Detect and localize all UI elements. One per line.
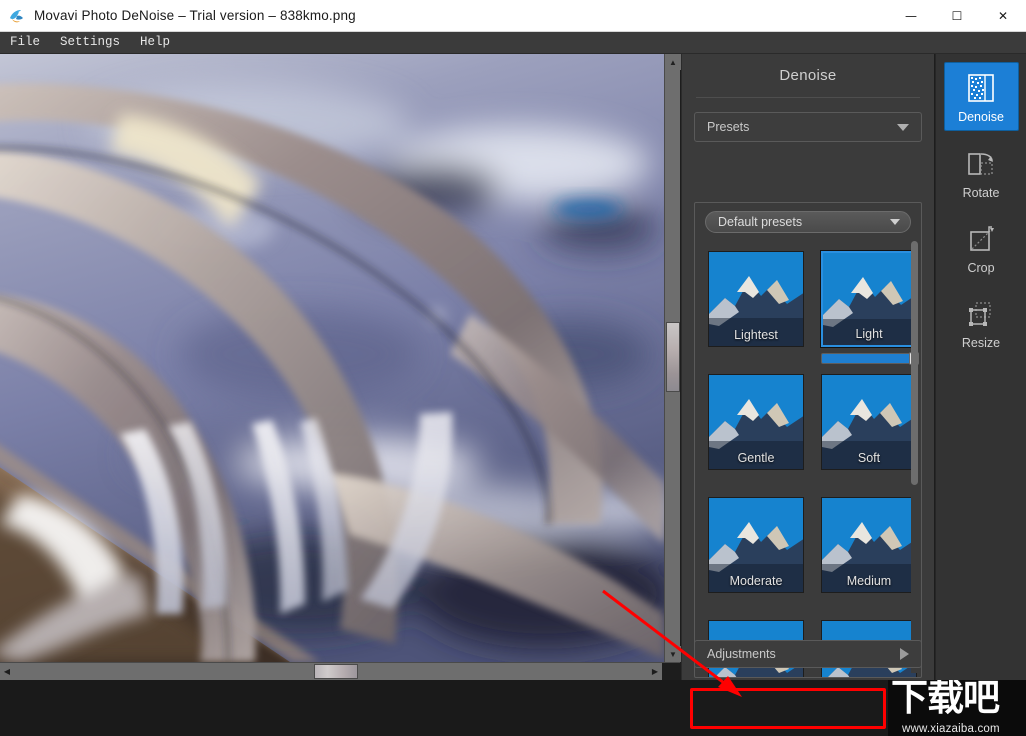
title-bar: Movavi Photo DeNoise – Trial version – 8… [0,0,1026,32]
close-button[interactable]: ✕ [980,0,1026,32]
bottom-toolbar: 1:1 [0,680,1026,736]
scrollbar-corner [662,663,680,680]
tool-label: Resize [961,336,1001,350]
maximize-icon: ☐ [951,8,963,23]
preset-cell: Lightest [708,251,804,347]
crop-icon [964,224,998,256]
watermark-logo-text: 下载吧 [891,680,1000,719]
preset-category-label: Default presets [718,215,803,229]
presets-scroll-thumb[interactable] [911,241,918,485]
preset-cell: Gentle [708,374,804,470]
chevron-down-icon [897,123,909,131]
photo-preview [0,54,664,662]
preset-thumb-soft[interactable]: Soft [821,374,917,470]
preset-cell: Moderate [708,497,804,593]
resize-icon [964,299,998,331]
minimize-icon: — [905,8,917,23]
preset-thumb-gentle[interactable]: Gentle [708,374,804,470]
close-icon: ✕ [997,8,1009,23]
panel-divider [696,97,920,98]
preset-thumb-moderate[interactable]: Moderate [708,497,804,593]
image-canvas[interactable] [0,54,664,662]
preset-category-dropdown[interactable]: Default presets [705,211,911,233]
tool-denoise[interactable]: Denoise [943,62,1019,131]
movavi-bird-icon [8,7,26,25]
tool-label: Crop [967,261,995,275]
chevron-down-icon [890,219,900,225]
chevron-right-icon [900,648,909,660]
preset-row: Gentle Soft [708,374,921,470]
watermark-url: www.xiazaiba.com [902,723,1000,735]
preset-thumb-medium[interactable]: Medium [821,497,917,593]
maximize-button[interactable]: ☐ [934,0,980,32]
adjustments-label: Adjustments [707,647,776,661]
preset-cell: Light [820,250,919,365]
preset-row: Lightest Light [708,250,921,365]
rotate-icon [964,149,998,181]
denoise-icon [964,71,998,105]
preset-row: Moderate Medium [708,497,921,593]
app-window: Movavi Photo DeNoise – Trial version – 8… [0,0,1026,736]
adjustments-button[interactable]: Adjustments [694,640,922,668]
panel-title: Denoise [779,67,837,84]
menu-item-settings[interactable]: Settings [57,33,129,52]
canvas-horizontal-scrollbar[interactable]: ◀ ▶ [0,662,680,680]
tool-rail: Denoise Rotate Crop Resize [935,54,1026,680]
menu-bar: File Settings Help [0,32,1026,54]
presets-button-label: Presets [707,120,750,134]
preset-thumb-light[interactable]: Light [820,250,918,348]
tool-label: Rotate [962,186,1000,200]
scroll-up-icon[interactable]: ▲ [665,54,681,70]
tool-crop[interactable]: Crop [944,216,1019,281]
denoise-panel: Denoise Presets Default presets Lightest… [681,54,934,680]
window-title: Movavi Photo DeNoise – Trial version – 8… [34,8,356,23]
preset-cell: Medium [821,497,917,593]
menu-item-file[interactable]: File [7,33,49,52]
scroll-right-icon[interactable]: ▶ [648,663,662,680]
preset-intensity-slider[interactable] [821,352,919,365]
preset-thumbnail-grid: Lightest Light Gentle Soft Moderate Medi… [695,243,921,677]
canvas-vertical-scrollbar[interactable]: ▲ ▼ [664,54,681,662]
site-watermark: 下载吧 www.xiazaiba.com [888,680,1026,736]
presets-container: Default presets Lightest Light Gentle So… [694,202,922,678]
presets-button[interactable]: Presets [694,112,922,142]
scroll-down-icon[interactable]: ▼ [665,646,681,662]
window-controls: — ☐ ✕ [888,0,1026,32]
tool-label: Denoise [958,110,1004,124]
preset-cell: Soft [821,374,917,470]
preset-thumb-lightest[interactable]: Lightest [708,251,804,347]
horizontal-scroll-thumb[interactable] [314,664,358,679]
menu-item-help[interactable]: Help [137,33,179,52]
minimize-button[interactable]: — [888,0,934,32]
tool-resize[interactable]: Resize [944,291,1019,356]
presets-scrollbar[interactable] [911,241,918,673]
scroll-left-icon[interactable]: ◀ [0,663,14,680]
vertical-scroll-thumb[interactable] [666,322,680,392]
tool-rotate[interactable]: Rotate [944,141,1019,206]
slider-track [821,353,917,364]
